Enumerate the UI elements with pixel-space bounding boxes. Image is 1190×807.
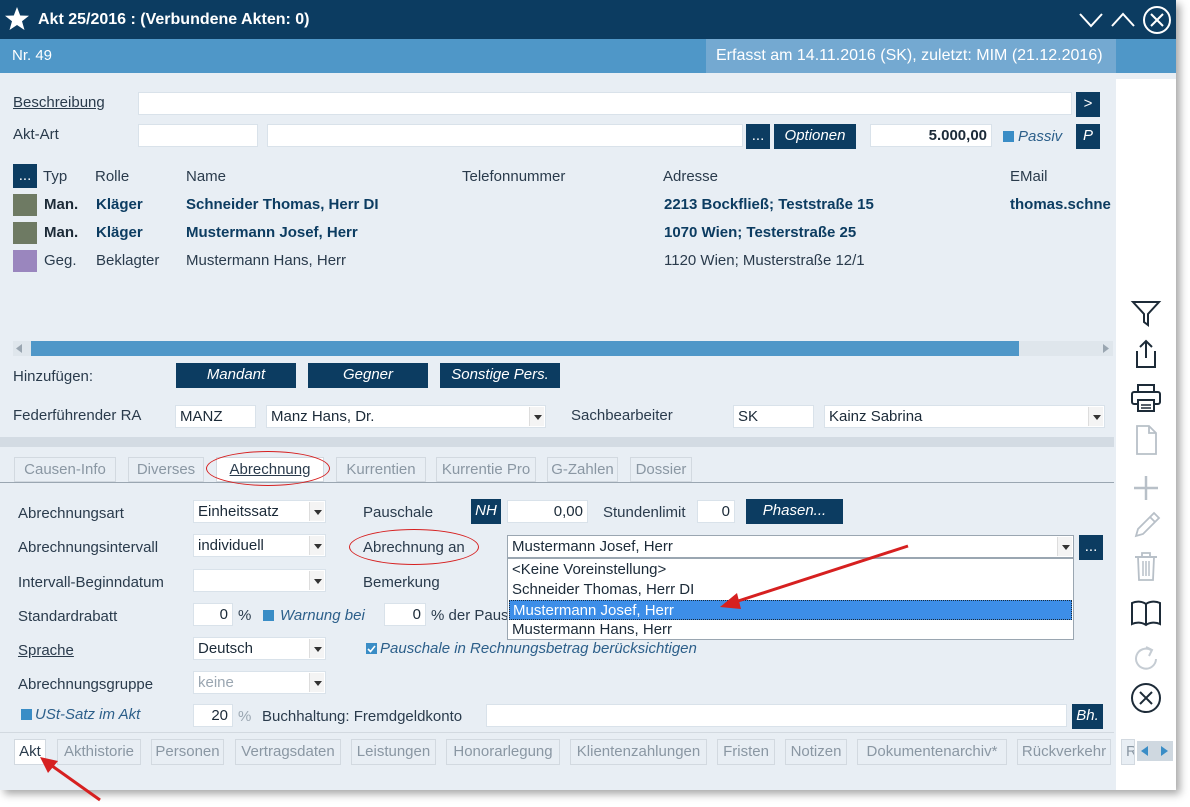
- annotation-arrows: [40, 544, 909, 802]
